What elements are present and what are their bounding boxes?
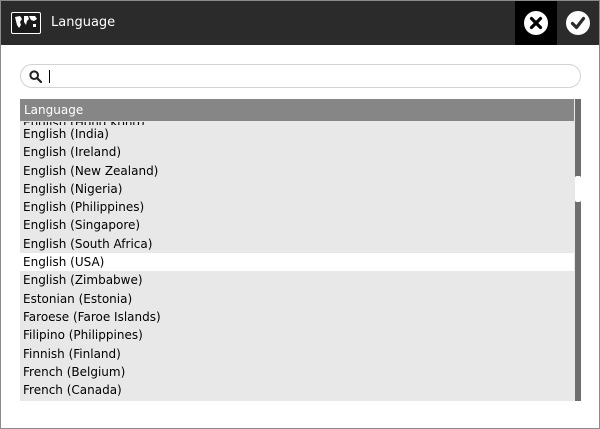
- list-item[interactable]: French (Canada): [20, 381, 574, 400]
- world-map-icon: [11, 12, 41, 34]
- list-item[interactable]: English (USA): [20, 253, 574, 272]
- list-item[interactable]: English (Ireland): [20, 143, 574, 162]
- cancel-button[interactable]: [515, 1, 557, 45]
- list-item[interactable]: English (New Zealand): [20, 161, 574, 180]
- dialog-title: Language: [51, 15, 116, 30]
- list-rows: English (Hong Kong)English (India)Englis…: [20, 122, 574, 400]
- list-item[interactable]: Faroese (Faroe Islands): [20, 307, 574, 327]
- search-input[interactable]: [45, 67, 565, 85]
- check-circle-icon: [566, 11, 590, 35]
- list-item[interactable]: Filipino (Philippines): [20, 326, 574, 345]
- list-item[interactable]: English (Zimbabwe): [20, 271, 574, 290]
- title-bar: Language: [1, 1, 599, 45]
- close-circle-icon: [524, 11, 548, 35]
- text-caret: [49, 70, 50, 83]
- list-item[interactable]: Finnish (Finland): [20, 344, 574, 363]
- scrollbar[interactable]: [575, 99, 581, 401]
- confirm-button[interactable]: [559, 1, 599, 45]
- search-icon: [29, 70, 42, 83]
- list-item[interactable]: English (Nigeria): [20, 179, 574, 199]
- list-header: Language: [20, 99, 574, 121]
- search-box[interactable]: [20, 64, 581, 88]
- list-item[interactable]: English (Philippines): [20, 198, 574, 217]
- language-list[interactable]: Language English (Hong Kong)English (Ind…: [20, 99, 581, 401]
- list-item[interactable]: English (India): [20, 125, 574, 144]
- language-dialog: Language Language English (Hong Kong)Eng…: [0, 0, 600, 429]
- list-item[interactable]: Estonian (Estonia): [20, 289, 574, 308]
- list-item[interactable]: French (Belgium): [20, 362, 574, 382]
- scrollbar-thumb[interactable]: [575, 176, 581, 202]
- list-item[interactable]: English (South Africa): [20, 234, 574, 254]
- list-item[interactable]: English (Singapore): [20, 216, 574, 235]
